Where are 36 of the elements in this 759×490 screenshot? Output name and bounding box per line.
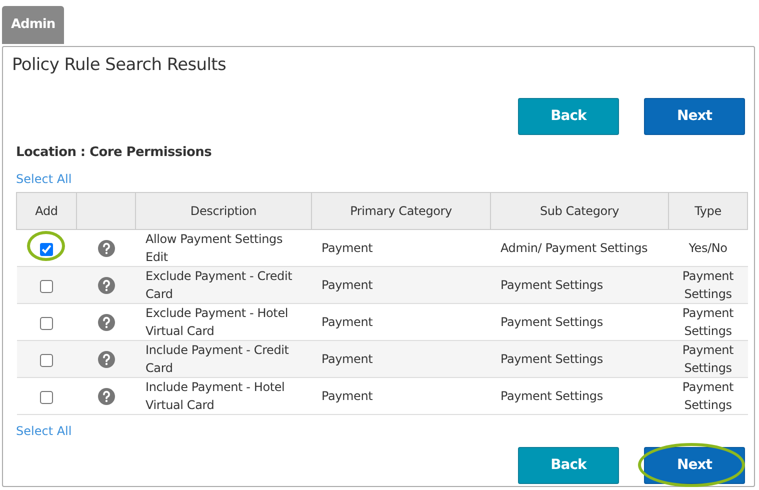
table-cell: Payment Settings xyxy=(668,378,748,415)
help-icon[interactable] xyxy=(98,350,114,368)
table-cell: Payment Settings xyxy=(490,378,668,415)
select-all-link[interactable]: Select All xyxy=(16,170,72,188)
help-icon[interactable] xyxy=(98,314,114,331)
help-icon[interactable] xyxy=(98,240,114,257)
column-header: Add xyxy=(16,192,76,230)
add-checkbox[interactable] xyxy=(40,390,53,404)
admin-tab[interactable]: Admin xyxy=(2,6,64,44)
back-button[interactable]: Back xyxy=(518,98,619,135)
column-header: Description xyxy=(136,192,312,230)
table-cell: Payment xyxy=(312,378,490,415)
add-checkbox[interactable] xyxy=(40,354,53,367)
table-cell: Payment Settings xyxy=(668,266,748,304)
table-cell: Include Payment - Hotel Virtual Card xyxy=(136,378,312,415)
table-cell: Payment xyxy=(312,340,490,378)
location-label: Location : Core Permissions xyxy=(16,144,213,162)
column-header: Primary Category xyxy=(312,192,490,230)
add-checkbox[interactable] xyxy=(40,242,53,256)
add-checkbox[interactable] xyxy=(40,316,53,330)
next-button[interactable]: Next xyxy=(644,98,745,135)
table-cell: Payment Settings xyxy=(668,340,748,378)
table-cell: Payment Settings xyxy=(490,266,668,304)
table-cell: Include Payment - Credit Card xyxy=(136,340,312,378)
page-title: Policy Rule Search Results xyxy=(12,54,228,75)
table-cell: Payment xyxy=(312,266,490,304)
help-icon[interactable] xyxy=(98,276,114,294)
select-all-link[interactable]: Select All xyxy=(16,422,72,440)
help-icon[interactable] xyxy=(98,388,114,405)
table-cell: Payment Settings xyxy=(490,340,668,378)
table-cell: Exclude Payment - Credit Card xyxy=(136,266,312,304)
column-header: Type xyxy=(668,192,748,230)
next-button[interactable]: Next xyxy=(644,447,745,484)
back-button[interactable]: Back xyxy=(518,447,619,484)
column-header: Sub Category xyxy=(490,192,668,230)
add-checkbox[interactable] xyxy=(40,280,53,293)
